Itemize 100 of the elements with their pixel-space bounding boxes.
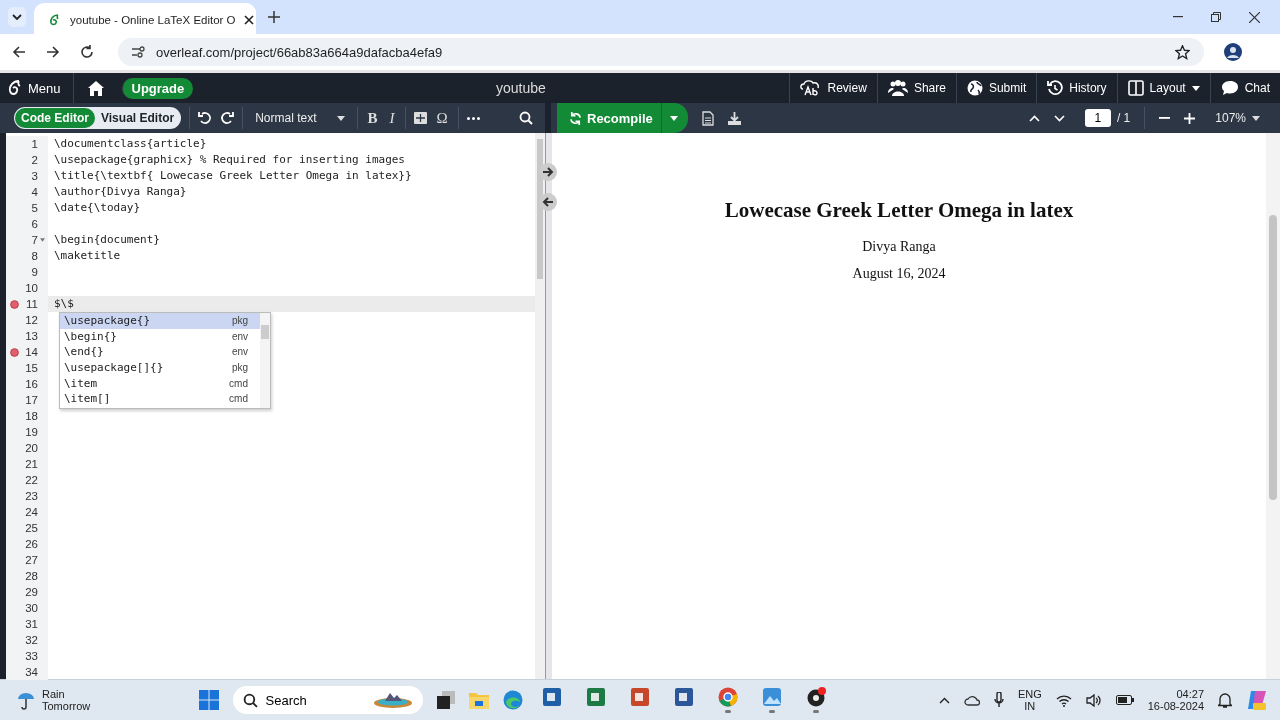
table-icon[interactable] [413,112,427,124]
bold-button[interactable]: B [365,109,380,127]
more-icon[interactable] [466,116,480,120]
line-number: 9 [31,266,38,278]
download-icon[interactable] [727,111,741,125]
autocomplete-item[interactable]: \usepackage{} pkg [60,313,260,329]
word-app-icon[interactable] [673,687,694,707]
clock[interactable]: 04:27 16-08-2024 [1147,688,1204,712]
excel-app-icon[interactable] [585,687,606,707]
line-number: 28 [25,570,38,582]
upgrade-button[interactable]: Upgrade [121,77,194,99]
scrollbar[interactable] [535,133,545,679]
line-number: 17 [25,394,38,406]
browser-tab[interactable]: youtube - Online LaTeX Editor O [34,3,256,37]
forward-icon[interactable] [46,45,60,59]
fold-arrow-icon[interactable] [40,238,45,242]
close-icon[interactable] [1249,11,1260,23]
line-number: 8 [31,250,38,262]
microphone-icon[interactable] [993,692,1004,708]
volume-icon[interactable] [1085,693,1102,707]
code-line: \usepackage{graphicx} % Required for inserting images [54,153,405,166]
editor-mode-tab[interactable]: Code Editor [15,108,95,128]
restore-icon[interactable] [1211,12,1221,22]
line-number: 15 [25,362,38,374]
line-number: 22 [25,474,38,486]
previous-page-icon[interactable] [1028,114,1040,122]
autocomplete-item[interactable]: \item[] cmd [60,390,260,407]
line-number: 34 [25,666,38,678]
project-title: youtube [494,80,547,96]
store-app-icon[interactable] [541,687,562,707]
minimize-icon[interactable] [1173,16,1183,18]
weather-text: Rain [42,688,66,700]
back-icon[interactable] [12,45,26,59]
search-icon[interactable] [519,111,533,125]
line-number: 32 [25,634,38,646]
bookmark-star-icon[interactable] [1175,44,1190,60]
zoom-dropdown[interactable]: 107% [1209,110,1266,126]
code-line: \date{\today} [54,201,141,214]
symbol-button[interactable]: Ω [434,109,450,127]
edge-icon[interactable] [502,690,523,710]
wifi-icon[interactable] [1055,693,1072,707]
url-text: overleaf.com/project/66ab83a664a9dafacba4efa9 [156,44,443,60]
line-number: 20 [25,442,38,454]
line-number: 11 [26,298,38,310]
obs-app-icon[interactable] [805,687,826,707]
address-bar[interactable]: overleaf.com/project/66ab83a664a9dafacba4efa9 [118,38,1204,66]
code-line: $\$ [54,297,74,310]
line-number: 13 [25,330,38,342]
autocomplete-item[interactable]: \item cmd [60,375,260,391]
taskbar-search-field[interactable]: Search [232,686,423,714]
home-icon[interactable] [87,80,104,96]
site-settings-icon[interactable] [132,46,146,58]
language-indicator[interactable]: ENG IN [1017,688,1042,712]
next-page-icon[interactable] [1053,114,1065,122]
reload-icon[interactable] [80,45,94,59]
text-style-dropdown[interactable]: Normal text [251,111,349,125]
line-number: 6 [31,218,38,230]
line-number: 26 [25,538,38,550]
autocomplete-item[interactable]: \usepackage[]{} pkg [60,359,260,376]
notification-bell-icon[interactable] [1218,692,1232,708]
undo-icon[interactable] [198,111,213,125]
line-number: 7 [31,234,38,246]
zoom-in-icon[interactable] [1184,112,1196,124]
photos-app-icon[interactable] [761,687,782,707]
autocomplete-item[interactable]: \begin{} env [60,328,260,345]
powerpoint-app-icon[interactable] [629,687,650,707]
line-number: 14 [25,346,38,358]
chrome-app-icon[interactable] [717,687,738,707]
chevron-up-icon[interactable] [938,696,950,704]
chevron-down-icon[interactable] [8,7,26,27]
redo-icon[interactable] [220,111,235,125]
editor-mode-tab[interactable]: Visual Editor [95,108,181,128]
chat-icon [1220,80,1239,96]
document-icon[interactable] [701,110,714,126]
code-line: \begin{document} [54,233,160,246]
scrollbar[interactable] [1266,133,1280,679]
folder-icon[interactable] [468,691,489,709]
profile-avatar-icon[interactable] [1224,43,1242,61]
leaf-icon [8,80,22,96]
document-author: Divya Ranga [862,239,936,255]
task-view-icon[interactable] [436,691,455,709]
autocomplete-item[interactable]: \end{} env [60,344,260,360]
windows-start-icon[interactable] [198,690,219,710]
leaf-icon [48,13,62,27]
page-number-field[interactable]: 1 [1084,109,1111,127]
refresh-icon [569,111,582,125]
copilot-icon[interactable] [1246,689,1268,711]
line-number: 33 [25,650,38,662]
line-number: 2 [31,154,38,166]
close-icon[interactable] [243,15,254,25]
caret-icon[interactable] [669,115,678,121]
italic-button[interactable]: I [387,109,397,127]
caret-icon [1252,115,1260,121]
line-number: 12 [25,314,38,326]
landscape-icon [372,691,413,709]
new-tab-icon[interactable] [268,11,280,23]
scrollbar[interactable] [260,313,270,408]
battery-icon[interactable] [1115,695,1134,705]
cloud-icon[interactable] [963,694,980,706]
recompile-button[interactable]: Recompile [557,103,688,133]
